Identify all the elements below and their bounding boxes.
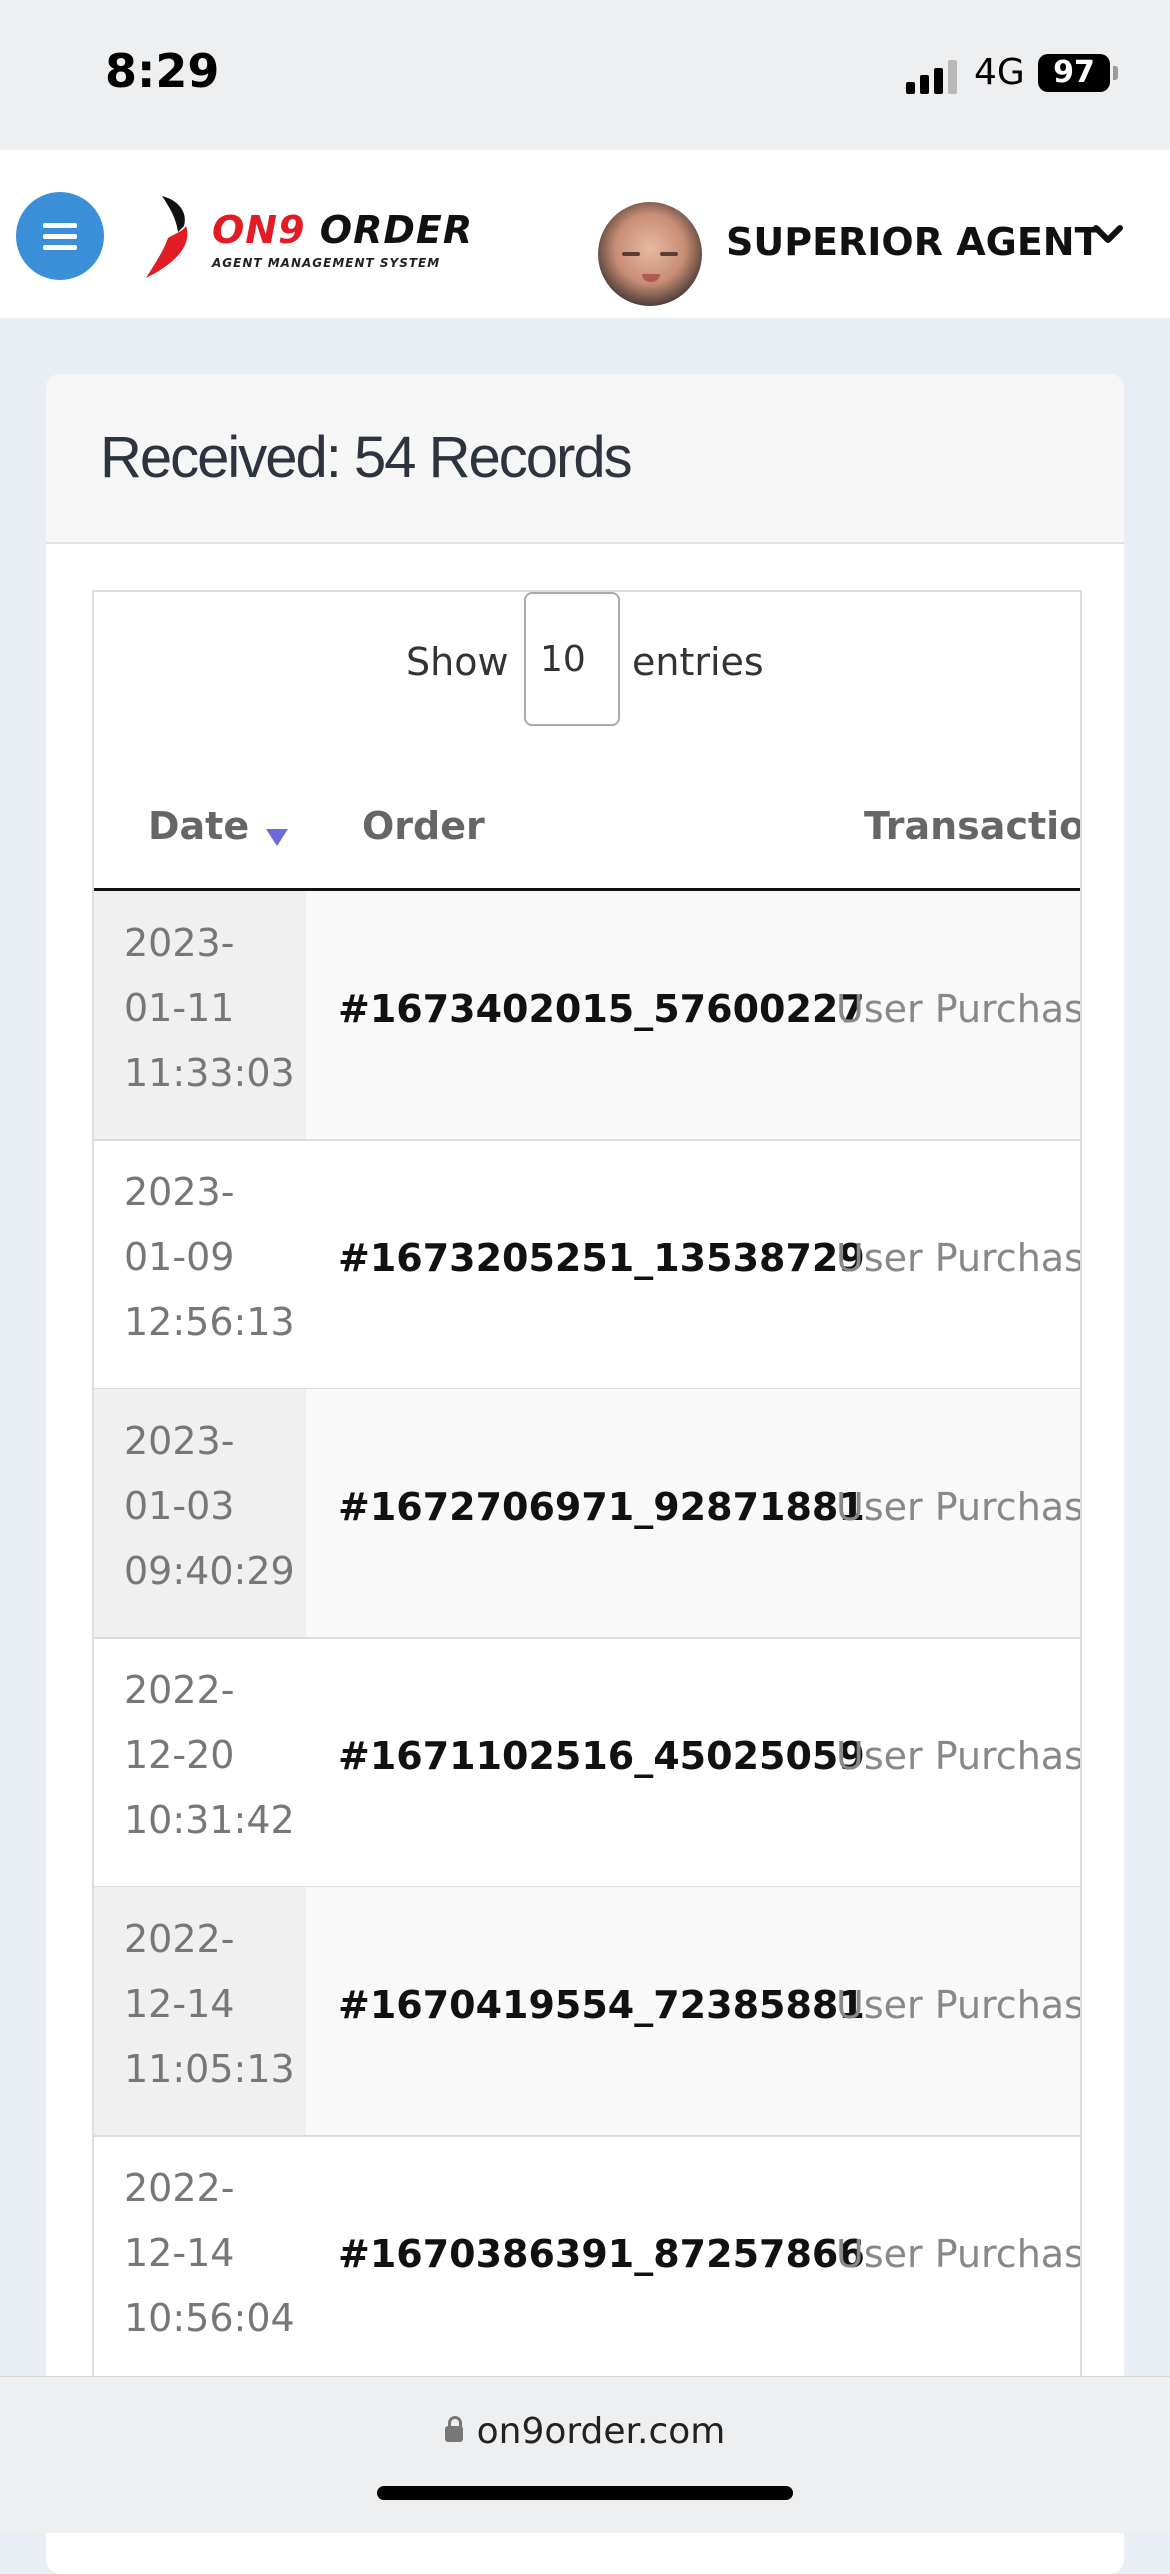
status-time: 8:29 [105,44,220,98]
length-suffix: entries [632,640,764,684]
card-header: Received: 54 Records [46,374,1124,544]
date-cell: 2022- 12-20 10:31:42 [124,1668,295,1842]
transaction-type: User Purchase [836,1236,1082,1280]
table-row[interactable]: 2023- 01-09 12:56:13 #1673205251_1353872… [94,1140,1080,1390]
network-type: 4G [974,52,1025,93]
order-id[interactable]: #1673205251_13538729 [338,1236,865,1280]
table-row[interactable]: 2023- 01-03 09:40:29 #1672706971_9287188… [94,1389,1080,1639]
table-row[interactable]: 2022- 12-14 10:56:04 #1670386391_8725786… [94,2136,1080,2386]
table-header: Date Order Transaction [94,762,1080,891]
app-header: ON9 ORDER AGENT MANAGEMENT SYSTEM SUPERI… [0,150,1170,318]
sort-descending-icon[interactable] [266,829,288,846]
order-id[interactable]: #1670386391_87257866 [338,2232,865,2276]
page-title: Received: 54 Records [100,425,633,490]
length-label: Show [406,640,509,684]
avatar[interactable] [598,202,702,306]
chevron-down-icon[interactable] [1088,216,1128,256]
table-row[interactable]: 2023- 01-11 11:33:03 #1673402015_5760022… [94,891,1080,1141]
date-cell: 2023- 01-09 12:56:13 [124,1170,295,1344]
date-cell: 2023- 01-03 09:40:29 [94,1389,306,1637]
order-id[interactable]: #1671102516_45025059 [338,1734,865,1778]
column-header-order[interactable]: Order [362,804,485,848]
brand-logo[interactable]: ON9 ORDER AGENT MANAGEMENT SYSTEM [134,192,472,282]
records-table[interactable]: Show 10 entries Date Order Transaction 2… [92,590,1082,2392]
browser-address-bar[interactable]: on9order.com [0,2376,1170,2533]
transaction-type: User Purchase [836,1485,1082,1529]
battery-icon: 97 [1038,54,1110,92]
entries-select[interactable]: 10 [524,592,620,726]
hamburger-menu-button[interactable] [16,192,104,280]
date-cell: 2022- 12-14 10:56:04 [124,2166,295,2340]
table-row[interactable]: 2022- 12-14 11:05:13 #1670419554_7238588… [94,1887,1080,2137]
column-header-transaction[interactable]: Transaction [864,804,1080,848]
records-card: Received: 54 Records Show 10 entries Dat… [46,374,1124,2574]
order-id[interactable]: #1672706971_92871881 [338,1485,865,1529]
transaction-type: User Purchase [836,1983,1082,2027]
date-cell: 2023- 01-11 11:33:03 [94,891,306,1139]
logo-mark-icon [146,196,188,278]
user-name[interactable]: SUPERIOR AGENT [726,220,1101,264]
lock-icon [444,2416,463,2442]
cellular-signal-icon [906,58,960,94]
url-display[interactable]: on9order.com [0,2411,1170,2452]
url-text: on9order.com [476,2411,726,2452]
transaction-type: User Purchase [836,2232,1082,2276]
table-row[interactable]: 2022- 12-20 10:31:42 #1671102516_4502505… [94,1638,1080,1888]
transaction-type: User Purchase [836,1734,1082,1778]
order-id[interactable]: #1670419554_72385881 [338,1983,865,2027]
logo-text: ON9 ORDER [212,208,474,252]
order-id[interactable]: #1673402015_57600227 [338,987,865,1031]
status-bar: 8:29 4G 97 [0,0,1170,150]
date-cell: 2022- 12-14 11:05:13 [94,1887,306,2135]
battery-tip [1113,66,1118,80]
transaction-type: User Purchase [836,987,1082,1031]
column-header-date[interactable]: Date [148,804,249,848]
logo-tagline: AGENT MANAGEMENT SYSTEM [212,256,441,270]
home-indicator[interactable] [377,2486,793,2500]
entries-length-control: Show 10 entries [94,592,1080,732]
